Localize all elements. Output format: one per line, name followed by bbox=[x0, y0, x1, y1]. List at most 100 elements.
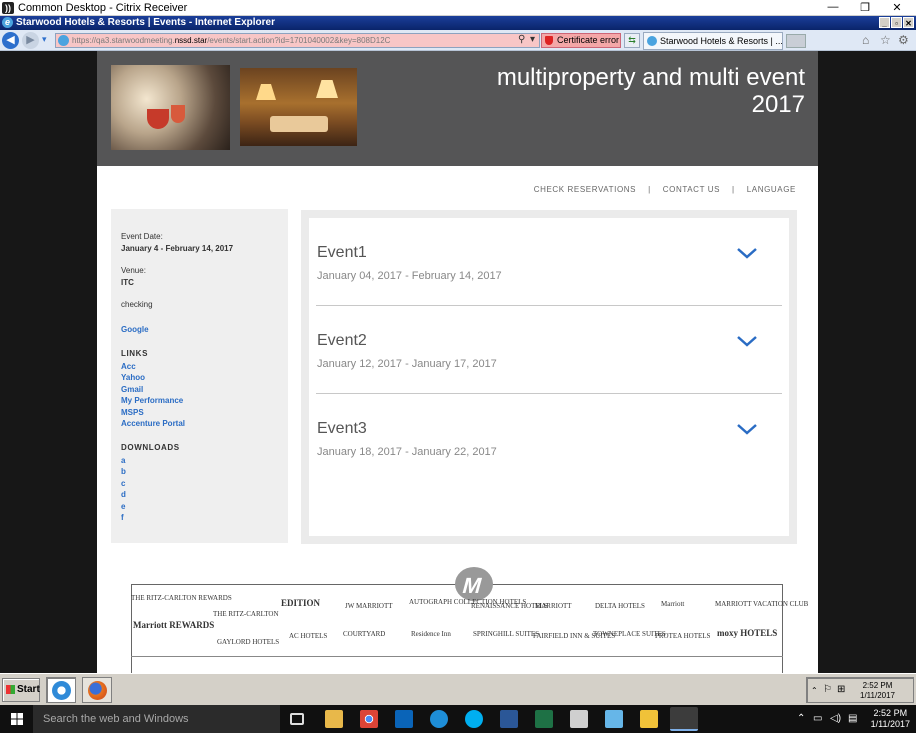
internet-explorer-icon bbox=[52, 681, 71, 700]
address-dropdown-icon[interactable]: ▾ bbox=[530, 34, 535, 45]
download-link-e[interactable]: e bbox=[121, 501, 278, 513]
download-link-a[interactable]: a bbox=[121, 455, 278, 467]
sidebar-link-my-performance[interactable]: My Performance bbox=[121, 395, 278, 407]
forward-button[interactable]: ▶ bbox=[22, 32, 39, 49]
sidebar-link-msps[interactable]: MSPS bbox=[121, 407, 278, 419]
sidebar-link-yahoo[interactable]: Yahoo bbox=[121, 372, 278, 384]
sidebar-link-accenture-portal[interactable]: Accenture Portal bbox=[121, 418, 278, 430]
refresh-icon[interactable]: ⇆ bbox=[624, 33, 640, 48]
download-link-f[interactable]: f bbox=[121, 512, 278, 524]
event-page-title: multiproperty and multi event 2017 bbox=[405, 64, 805, 118]
header-banner: multiproperty and multi event 2017 bbox=[97, 51, 818, 166]
contact-us-link[interactable]: CONTACT US bbox=[663, 185, 720, 194]
network-icon[interactable]: ⊞ bbox=[837, 684, 845, 695]
brand-edition: EDITION bbox=[281, 598, 321, 608]
windows-clock[interactable]: 2:52 PM 1/11/2017 bbox=[871, 708, 910, 730]
brand-moxy: moxy HOTELS bbox=[717, 628, 778, 638]
ie-close-button[interactable]: ✕ bbox=[903, 17, 914, 28]
taskbar-ie-button[interactable] bbox=[46, 677, 76, 703]
event-date-value: January 4 - February 14, 2017 bbox=[121, 244, 234, 253]
skype-icon[interactable] bbox=[465, 710, 483, 728]
tray-overflow-icon[interactable]: ⌃ bbox=[797, 713, 805, 724]
brand-ac-hotels: AC HOTELS bbox=[289, 632, 328, 640]
new-tab-button[interactable] bbox=[786, 34, 806, 48]
word-icon[interactable] bbox=[500, 710, 518, 728]
browser-tab-active[interactable]: Starwood Hotels & Resorts | ... bbox=[643, 32, 783, 50]
google-link[interactable]: Google bbox=[121, 324, 278, 336]
event-title-line1: multiproperty and multi event bbox=[496, 64, 805, 91]
address-search-icon[interactable]: ⚲ bbox=[518, 34, 525, 45]
brand-marriott-hotels: Marriott bbox=[661, 600, 685, 608]
internet-explorer-taskbar-icon[interactable] bbox=[430, 710, 448, 728]
outlook-icon[interactable] bbox=[395, 710, 413, 728]
settings-gear-icon[interactable]: ⚙ bbox=[898, 33, 909, 47]
download-link-b[interactable]: b bbox=[121, 466, 278, 478]
download-link-d[interactable]: d bbox=[121, 489, 278, 501]
windows-start-icon[interactable] bbox=[11, 713, 23, 725]
sidebar-link-acc[interactable]: Acc bbox=[121, 361, 278, 373]
brand-ritz-carlton: THE RITZ-CARLTON bbox=[213, 610, 279, 618]
brand-marriott-vacation-club: MARRIOTT VACATION CLUB bbox=[715, 600, 809, 608]
session-date: 1/11/2017 bbox=[860, 691, 895, 700]
sticky-folder-icon[interactable] bbox=[640, 710, 658, 728]
chevron-down-icon[interactable] bbox=[736, 246, 758, 260]
citrix-close-button[interactable]: ✕ bbox=[884, 1, 910, 14]
language-link[interactable]: LANGUAGE bbox=[747, 185, 796, 194]
ie-restore-button[interactable]: ▫ bbox=[891, 17, 902, 28]
brand-marriott-rewards: Marriott REWARDS bbox=[133, 620, 215, 630]
session-system-tray: ⌃ ⚐ ⊞ 2:52 PM 1/11/2017 bbox=[806, 677, 914, 703]
brand-residence-inn: Residence Inn bbox=[411, 630, 451, 638]
event-row[interactable]: Event1 January 04, 2017 - February 14, 2… bbox=[316, 218, 782, 306]
sofa-shape bbox=[270, 116, 328, 132]
event-row[interactable]: Event2 January 12, 2017 - January 17, 20… bbox=[316, 306, 782, 394]
network-icon[interactable]: ▭ bbox=[813, 713, 822, 724]
windows-search-box[interactable]: Search the web and Windows bbox=[33, 705, 280, 733]
start-label: Start bbox=[17, 684, 40, 695]
home-icon[interactable]: ⌂ bbox=[862, 33, 869, 47]
back-button[interactable]: ◀ bbox=[2, 32, 19, 49]
top-navigation: CHECK RESERVATIONS | CONTACT US | LANGUA… bbox=[534, 185, 796, 194]
brand-protea: PROTEA HOTELS bbox=[655, 632, 711, 640]
url-host: nssd.star bbox=[174, 36, 208, 45]
brand-divider bbox=[131, 656, 783, 657]
check-reservations-link[interactable]: CHECK RESERVATIONS bbox=[534, 185, 636, 194]
volume-icon[interactable]: ◁) bbox=[830, 713, 841, 724]
taskbar-firefox-button[interactable] bbox=[82, 677, 112, 703]
event-name: Event3 bbox=[317, 420, 367, 437]
flag-icon[interactable]: ⚐ bbox=[823, 684, 832, 695]
sidebar-link-gmail[interactable]: Gmail bbox=[121, 384, 278, 396]
action-center-icon[interactable]: ▤ bbox=[848, 713, 857, 724]
page-favicon-icon bbox=[58, 35, 69, 46]
favorites-star-icon[interactable]: ☆ bbox=[880, 33, 891, 47]
nav-separator: | bbox=[732, 185, 735, 194]
event-dates: January 04, 2017 - February 14, 2017 bbox=[317, 270, 502, 282]
certificate-error-button[interactable]: Certificate error bbox=[541, 33, 621, 48]
chevron-down-icon[interactable] bbox=[736, 422, 758, 436]
event-title-line2: 2017 bbox=[751, 91, 805, 118]
citrix-title-bar: )) Common Desktop - Citrix Receiver — ❐ … bbox=[0, 0, 916, 16]
address-bar[interactable]: https://qa3.starwoodmeeting.nssd.star/ev… bbox=[55, 33, 540, 48]
tray-expand-icon[interactable]: ⌃ bbox=[811, 686, 818, 695]
file-explorer-icon[interactable] bbox=[325, 710, 343, 728]
lamp-shape-2 bbox=[316, 80, 338, 98]
site-content-column: multiproperty and multi event 2017 CHECK… bbox=[97, 51, 818, 673]
session-start-button[interactable]: Start bbox=[2, 678, 40, 702]
history-dropdown-icon[interactable]: ▾ bbox=[42, 34, 47, 45]
chevron-down-icon[interactable] bbox=[736, 334, 758, 348]
windows-flag-icon bbox=[6, 685, 15, 694]
event-row[interactable]: Event3 January 18, 2017 - January 22, 20… bbox=[316, 394, 782, 482]
brand-jw-marriott: JW MARRIOTT bbox=[345, 602, 393, 610]
task-view-icon[interactable] bbox=[290, 713, 304, 725]
citrix-minimize-button[interactable]: — bbox=[820, 1, 846, 13]
ie-minimize-button[interactable]: _ bbox=[879, 17, 890, 28]
citrix-receiver-taskbar-icon[interactable] bbox=[670, 707, 698, 731]
calculator-icon[interactable] bbox=[570, 710, 588, 728]
chrome-icon[interactable] bbox=[360, 710, 378, 728]
excel-icon[interactable] bbox=[535, 710, 553, 728]
download-link-c[interactable]: c bbox=[121, 478, 278, 490]
links-heading: LINKS bbox=[121, 348, 148, 358]
page-viewport: multiproperty and multi event 2017 CHECK… bbox=[0, 51, 916, 673]
citrix-restore-button[interactable]: ❐ bbox=[852, 1, 878, 14]
events-panel: Event1 January 04, 2017 - February 14, 2… bbox=[301, 210, 797, 544]
remote-app-icon[interactable] bbox=[605, 710, 623, 728]
